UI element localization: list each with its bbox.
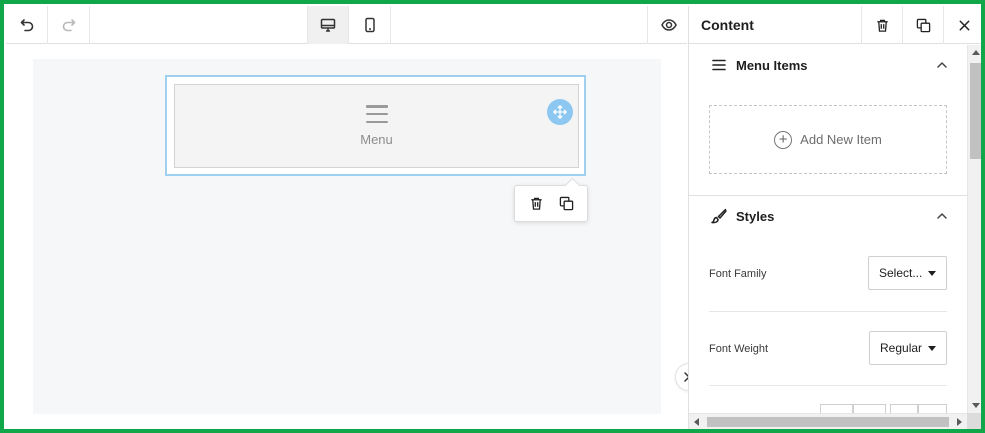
menu-items-section-header[interactable]: Menu Items xyxy=(689,45,967,85)
font-weight-label: Font Weight xyxy=(709,343,769,355)
redo-button[interactable] xyxy=(48,6,90,44)
row-divider xyxy=(709,385,947,386)
panel-close-button[interactable] xyxy=(943,6,981,44)
hamburger-icon xyxy=(365,105,388,123)
desktop-icon xyxy=(320,18,336,32)
settings-panel: Content Menu Items + Add New Item Styles… xyxy=(688,6,981,429)
scroll-left-icon[interactable] xyxy=(694,418,699,426)
duplicate-icon xyxy=(916,18,930,32)
font-family-label: Font Family xyxy=(709,268,767,280)
preview-button[interactable] xyxy=(647,6,689,44)
menu-block[interactable]: Menu xyxy=(174,84,579,168)
chevron-up-icon xyxy=(937,213,947,219)
menu-block-label: Menu xyxy=(360,132,393,147)
move-icon xyxy=(553,105,567,119)
duplicate-icon xyxy=(559,196,573,211)
block-actions-popover xyxy=(514,185,588,222)
scroll-right-icon[interactable] xyxy=(957,418,962,426)
caret-down-icon xyxy=(928,346,936,351)
undo-icon xyxy=(20,19,33,32)
font-weight-select[interactable]: Regular xyxy=(869,331,947,365)
font-family-value: Select... xyxy=(879,266,923,280)
row-divider xyxy=(709,311,947,312)
duplicate-block-button[interactable] xyxy=(554,192,578,216)
move-handle[interactable] xyxy=(547,99,573,125)
delete-block-button[interactable] xyxy=(524,192,548,216)
vertical-scroll-thumb[interactable] xyxy=(970,63,981,159)
partial-control[interactable] xyxy=(918,404,947,413)
panel-delete-button[interactable] xyxy=(861,6,902,44)
eye-icon xyxy=(660,19,677,31)
panel-body: Menu Items + Add New Item Styles Font Fa… xyxy=(689,45,967,413)
trash-icon xyxy=(876,19,888,32)
styles-section-title: Styles xyxy=(736,208,775,224)
scroll-up-icon[interactable] xyxy=(972,50,980,55)
partial-control[interactable] xyxy=(820,404,853,413)
add-new-item-label: Add New Item xyxy=(800,132,882,147)
font-weight-value: Regular xyxy=(880,341,923,355)
brush-icon xyxy=(711,208,727,224)
window-frame: Menu Content Menu Items + Add New Item S… xyxy=(0,0,985,433)
partial-control[interactable] xyxy=(853,404,886,413)
close-icon xyxy=(959,20,969,30)
mobile-icon xyxy=(364,17,375,33)
editor-canvas-area: Menu xyxy=(6,45,703,429)
editor-toolbar xyxy=(6,6,687,44)
chevron-up-icon xyxy=(937,62,947,68)
scroll-down-icon[interactable] xyxy=(972,403,980,408)
undo-button[interactable] xyxy=(6,6,48,44)
selected-block-outline[interactable]: Menu xyxy=(165,75,586,176)
panel-header: Content xyxy=(689,6,981,44)
list-icon xyxy=(712,59,726,71)
vertical-scrollbar[interactable] xyxy=(967,45,981,413)
partial-control[interactable] xyxy=(890,404,918,413)
desktop-view-button[interactable] xyxy=(307,6,349,44)
horizontal-scrollbar[interactable] xyxy=(689,413,967,429)
add-new-item-button[interactable]: + Add New Item xyxy=(709,105,947,174)
scrollbar-corner xyxy=(967,413,981,429)
redo-icon xyxy=(62,19,75,32)
styles-section-header[interactable]: Styles xyxy=(689,196,967,236)
panel-duplicate-button[interactable] xyxy=(902,6,943,44)
trash-icon xyxy=(530,197,542,210)
horizontal-scroll-thumb[interactable] xyxy=(707,417,949,427)
caret-down-icon xyxy=(928,271,936,276)
panel-title: Content xyxy=(701,17,754,33)
font-family-select[interactable]: Select... xyxy=(868,256,947,290)
menu-items-section-title: Menu Items xyxy=(736,57,808,73)
mobile-view-button[interactable] xyxy=(349,6,391,44)
plus-circle-icon: + xyxy=(774,130,793,149)
